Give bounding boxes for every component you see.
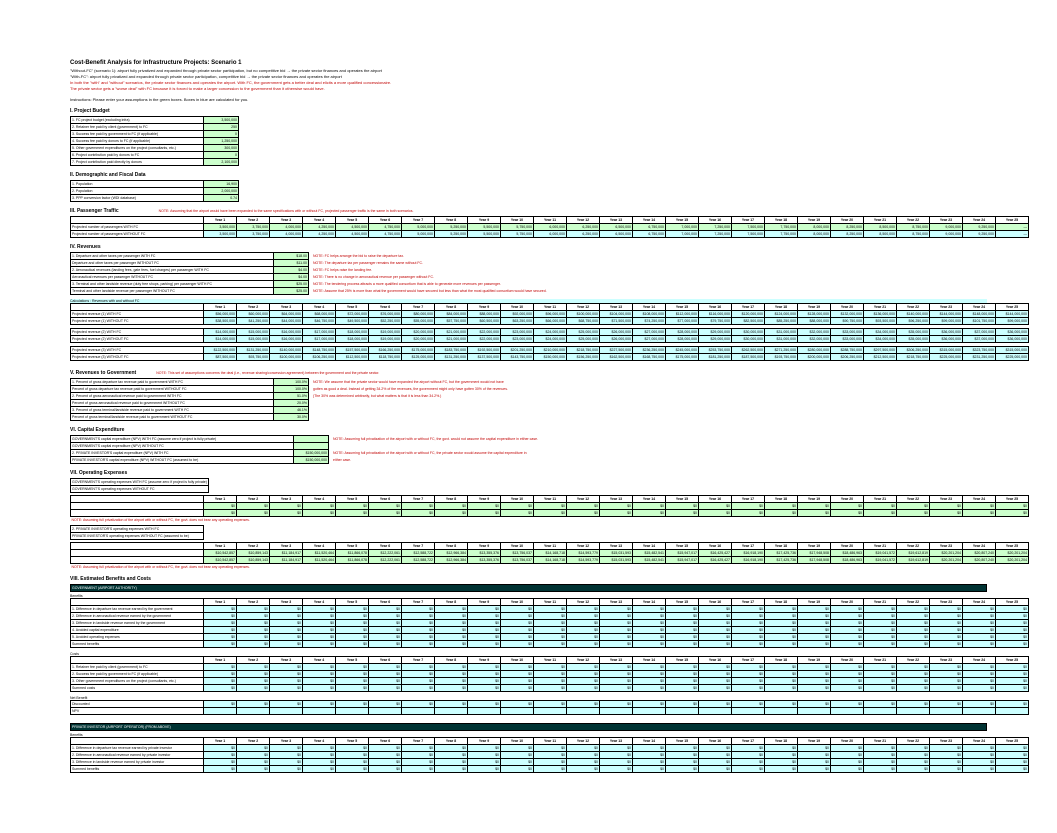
gov-net-table: Discounted$0$0$0$0$0$0$0$0$0$0$0$0$0$0$0… (70, 700, 1029, 715)
section-opex: VII. Operating Expenses (70, 470, 987, 476)
rev-gov-note: NOTE: This set of assumptions concerns t… (156, 371, 379, 375)
opex-table-1: GOVERNMENT'S operating expenses WITH FC … (70, 478, 209, 493)
budget-table: 1. FC project budget (excluding infra)3,… (70, 116, 239, 166)
section-revenues: IV. Revenues (70, 244, 987, 250)
scenario-line-3: In both the "with" and "without" scenari… (70, 80, 987, 85)
demo-table: 1. Population16,9002. Population2,000,00… (70, 180, 239, 202)
scenario-line-2: "With-FC": airport fully privatized and … (70, 74, 987, 79)
section-benefits: VIII. Estimated Benefits and Costs (70, 576, 987, 582)
scenario-line-4: The private sector gets a "worse deal" w… (70, 86, 987, 91)
section-rev-gov: V. Revenues to Government (70, 370, 136, 376)
priv-header-bar: PRIVATE INVESTOR (AIRPORT OPERATOR) (FRO… (70, 723, 987, 731)
instructions: Instructions: Please enter your assumpti… (70, 97, 987, 102)
opex-table-2: 2. PRIVATE INVESTOR'S operating expenses… (70, 525, 204, 540)
revenue-params-table: 1. Departure and other taxes per passeng… (70, 252, 548, 295)
capex-table: GOVERNMENT'S capital expenditure (NPV) W… (70, 435, 540, 464)
gov-benefits-table: Year 1Year 2Year 3Year 4Year 5Year 6Year… (70, 598, 1029, 648)
doc-title: Cost-Benefit Analysis for Infrastructure… (70, 60, 987, 66)
rev-gov-table: 1. Percent of gross departure tax revenu… (70, 378, 510, 421)
gov-costs-table: Year 1Year 2Year 3Year 4Year 5Year 6Year… (70, 656, 1029, 692)
priv-benefits-table: Year 1Year 2Year 3Year 4Year 5Year 6Year… (70, 737, 1029, 773)
calc-table: Year 1Year 2Year 3Year 4Year 5Year 6Year… (70, 303, 1029, 364)
traffic-table: Year 1Year 2Year 3Year 4Year 5Year 6Year… (70, 216, 1029, 238)
gov-header-bar: GOVERNMENT (AIRPORT AUTHORITY) (70, 584, 987, 592)
scenario-line-1: "Without-FC" (scenario 1): airport fully… (70, 68, 987, 73)
opex-years-2: Year 1Year 2Year 3Year 4Year 5Year 6Year… (70, 542, 1029, 570)
section-demo: II. Demographic and Fiscal Data (70, 172, 987, 178)
traffic-note: NOTE: Assuming that the airport would ha… (159, 209, 414, 213)
opex-years-1: Year 1Year 2Year 3Year 4Year 5Year 6Year… (70, 495, 1029, 523)
section-budget: I. Project Budget (70, 108, 987, 114)
section-traffic: III. Passenger Traffic (70, 208, 119, 214)
section-capex: VI. Capital Expenditure (70, 427, 987, 433)
